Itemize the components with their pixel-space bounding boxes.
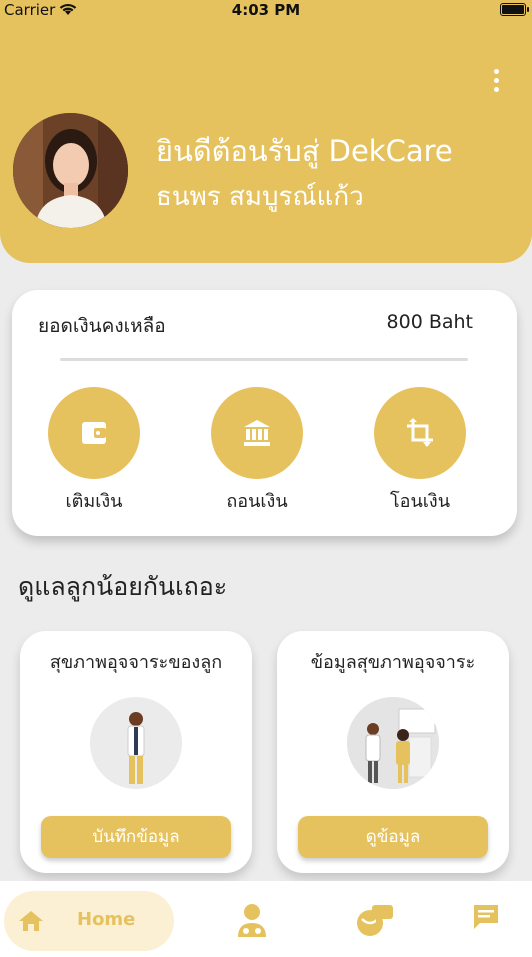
balance-value: 800 Baht (386, 311, 473, 333)
section-title: ดูแลลูกน้อยกันเถอะ (18, 572, 228, 601)
transfer-button[interactable]: โอนเงิน (374, 387, 466, 515)
doctor-illustration (90, 697, 182, 789)
welcome-text: ยินดีต้อนรับสู่ DekCare (156, 134, 453, 168)
view-data-button[interactable]: ดูข้อมูล (298, 816, 488, 858)
balance-label: ยอดเงินคงเหลือ (38, 315, 166, 337)
user-name: ธนพร สมบูรณ์แก้ว (156, 182, 364, 212)
withdraw-label: ถอนเงิน (226, 491, 288, 512)
withdraw-button[interactable]: ถอนเงิน (211, 387, 303, 515)
home-icon (19, 911, 43, 931)
tab-home[interactable]: Home (4, 891, 174, 951)
clock: 4:03 PM (231, 1, 301, 19)
health-chat-icon[interactable] (356, 903, 394, 937)
message-icon[interactable] (472, 903, 500, 931)
service-card-stool-info[interactable]: ข้อมูลสุขภาพอุจจาระ ดูข้อมูล (277, 631, 509, 873)
topup-label: เติมเงิน (65, 491, 123, 512)
battery-icon (500, 3, 529, 16)
more-vertical-icon[interactable] (487, 66, 507, 96)
bank-icon (244, 420, 270, 446)
transfer-label: โอนเงิน (389, 491, 451, 512)
service-card-stool-health[interactable]: สุขภาพอุจจาระของลูก บันทึกข้อมูล (20, 631, 252, 873)
record-data-button[interactable]: บันทึกข้อมูล (41, 816, 231, 858)
tab-bar: Home (0, 881, 532, 957)
balance-card: ยอดเงินคงเหลือ 800 Baht เติมเงิน ถอนเงิน (12, 290, 517, 536)
topup-button[interactable]: เติมเงิน (48, 387, 140, 515)
status-bar: Carrier 4:03 PM (0, 0, 532, 22)
avatar-photo (13, 113, 128, 228)
service-title: ข้อมูลสุขภาพอุจจาระ (310, 652, 476, 673)
divider (60, 358, 468, 361)
service-title: สุขภาพอุจจาระของลูก (49, 652, 223, 673)
doctor-icon[interactable] (236, 903, 268, 937)
tab-home-label: Home (77, 909, 136, 930)
transfer-icon (407, 418, 433, 447)
avatar[interactable] (13, 113, 128, 228)
clinic-illustration (347, 697, 439, 789)
wallet-icon (82, 422, 106, 444)
